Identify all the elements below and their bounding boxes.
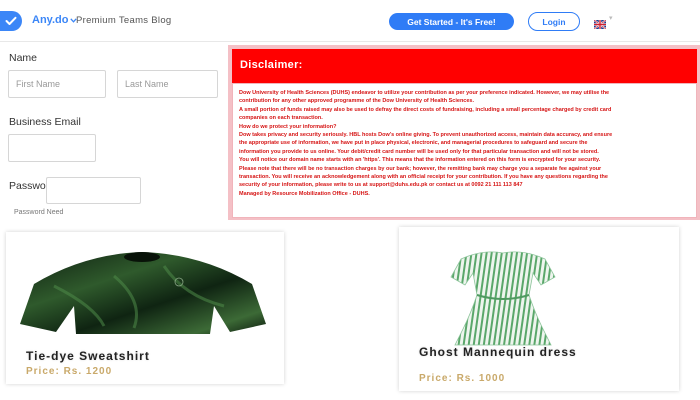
uk-flag-icon[interactable] xyxy=(593,16,607,30)
first-name-input[interactable]: First Name xyxy=(8,70,106,98)
get-started-button[interactable]: Get Started - It's Free! xyxy=(389,13,514,30)
disclaimer-line: contribution for any other approved prog… xyxy=(239,98,475,105)
disclaimer-line: security of your information, please wri… xyxy=(239,182,523,189)
product-name[interactable]: Tie-dye Sweatshirt xyxy=(26,350,150,363)
disclaimer-line: transaction. You will receive an acknowl… xyxy=(239,174,608,181)
disclaimer-line: Please note that there will be no transa… xyxy=(239,165,602,172)
blog-title: Premium Teams Blog xyxy=(76,15,172,26)
product-card[interactable]: Tie-dye Sweatshirt Price: Rs. 1200 xyxy=(6,232,284,384)
check-icon[interactable] xyxy=(0,11,22,31)
disclaimer-header: Disclaimer: xyxy=(232,49,697,83)
product-card[interactable]: Ghost Mannequin dress Price: Rs. 1000 xyxy=(399,227,679,391)
login-button[interactable]: Login xyxy=(528,12,580,31)
brand-logo[interactable]: Any.do xyxy=(32,14,78,26)
name-label: Name xyxy=(9,52,38,64)
disclaimer-body: Dow University of Health Sciences (DUHS)… xyxy=(232,83,697,218)
product-name[interactable]: Ghost Mannequin dress xyxy=(419,346,639,359)
product-price: Price: Rs. 1000 xyxy=(419,373,506,384)
brand-name: Any.do xyxy=(32,14,69,26)
product-image[interactable] xyxy=(443,233,563,351)
disclaimer-line: Managed by Resource Mobilization Office … xyxy=(239,190,370,197)
product-price: Price: Rs. 1200 xyxy=(26,366,113,377)
password-field[interactable] xyxy=(46,177,141,204)
disclaimer-line: Dow takes privacy and security seriously… xyxy=(239,132,613,139)
password-hint: Password Need xyxy=(14,209,64,216)
page: Any.do Premium Teams Blog Get Started - … xyxy=(0,0,700,400)
disclaimer-line: A small portion of funds raised may also… xyxy=(239,106,612,113)
disclaimer-line: You will notice our domain name starts w… xyxy=(239,157,601,164)
top-navbar: Any.do Premium Teams Blog Get Started - … xyxy=(0,0,700,42)
email-label: Business Email xyxy=(9,116,81,128)
disclaimer-line: companies on each transaction. xyxy=(239,115,323,122)
product-image[interactable] xyxy=(14,246,274,338)
disclaimer-title: Disclaimer: xyxy=(240,59,303,71)
last-name-input[interactable]: Last Name xyxy=(117,70,218,98)
disclaimer-line: How do we protect your information? xyxy=(239,123,337,130)
disclaimer-panel: Disclaimer: Dow University of Health Sci… xyxy=(228,45,700,220)
email-field[interactable] xyxy=(8,134,96,162)
disclaimer-line: information you provide to us online. Yo… xyxy=(239,148,599,155)
disclaimer-line: the appropriate use of information, we h… xyxy=(239,140,588,147)
disclaimer-line: Dow University of Health Sciences (DUHS)… xyxy=(239,90,610,96)
language-caret-icon[interactable]: ▾ xyxy=(609,14,613,22)
